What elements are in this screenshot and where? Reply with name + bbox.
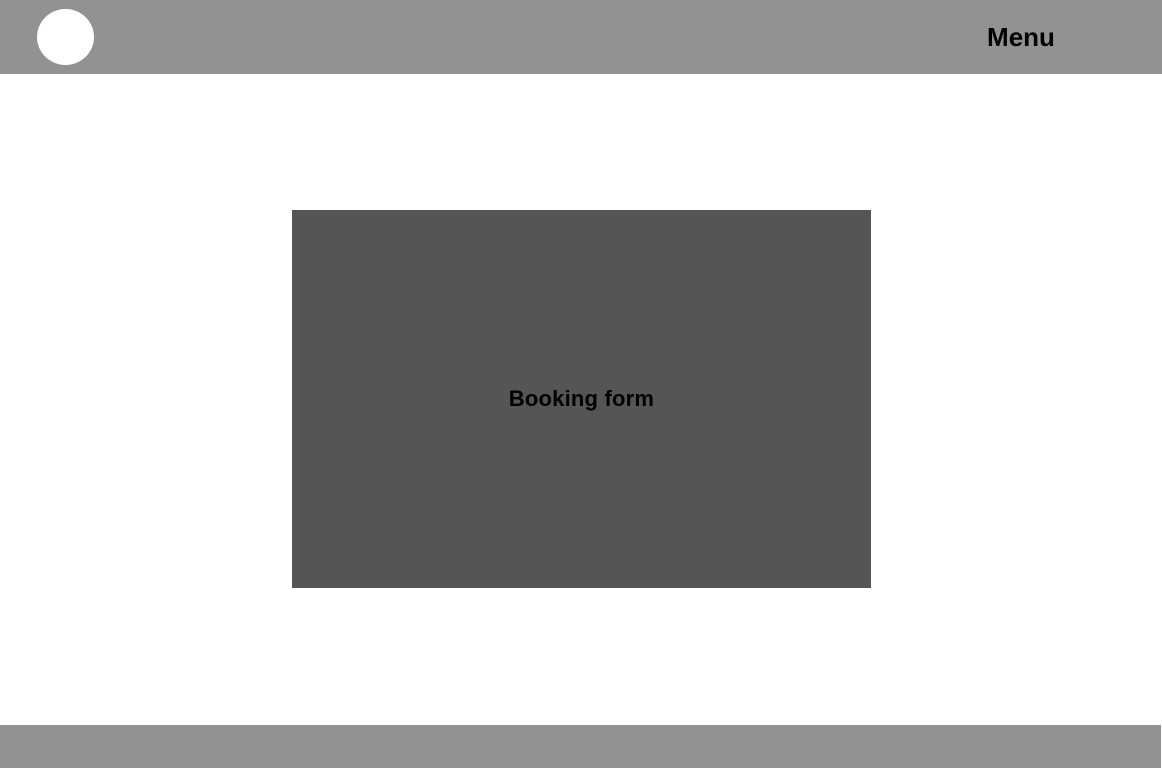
booking-form-label: Booking form xyxy=(508,386,655,411)
menu-button[interactable]: Menu xyxy=(968,18,1074,56)
logo-icon[interactable] xyxy=(37,9,94,65)
site-header: Menu xyxy=(0,0,1162,74)
page: Menu Booking form xyxy=(0,0,1162,768)
booking-form-placeholder[interactable]: Booking form xyxy=(292,210,871,588)
site-footer xyxy=(0,725,1161,768)
